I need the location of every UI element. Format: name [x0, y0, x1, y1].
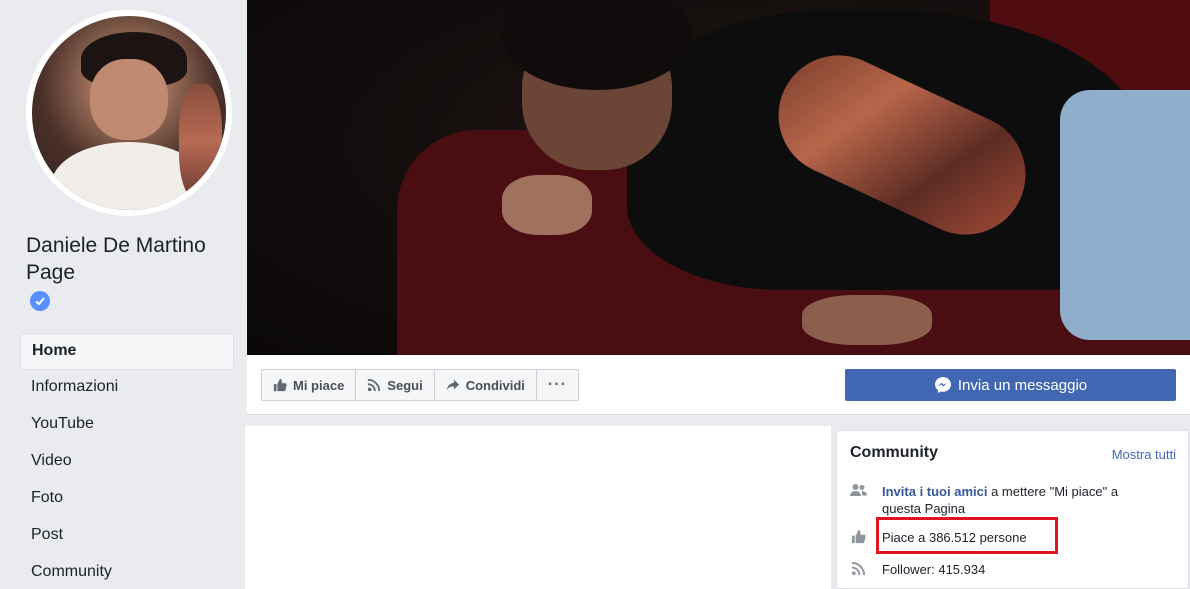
page-action-bar: Mi piace Segui Condividi ··· Invia un me…	[247, 355, 1190, 415]
share-label: Condividi	[465, 377, 525, 393]
invite-row: Invita i tuoi amici a mettere "Mi piace"…	[850, 483, 1150, 517]
send-message-label: Invia un messaggio	[957, 376, 1088, 394]
cover-photo[interactable]	[247, 0, 1190, 355]
rss-icon	[368, 378, 381, 392]
thumbs-up-icon	[851, 529, 866, 544]
share-arrow-icon	[446, 379, 459, 391]
action-button-group: Mi piace Segui Condividi ···	[261, 369, 579, 401]
nav-item-video[interactable]: Video	[20, 444, 234, 481]
community-panel: Community Mostra tutti Invita i tuoi ami…	[836, 430, 1189, 589]
see-all-link[interactable]: Mostra tutti	[1112, 447, 1176, 462]
follow-button[interactable]: Segui	[355, 369, 435, 401]
profile-picture[interactable]	[26, 10, 232, 216]
share-button[interactable]: Condividi	[433, 369, 537, 401]
nav-item-post[interactable]: Post	[20, 518, 234, 555]
nav-item-home[interactable]: Home	[20, 333, 234, 370]
nav-item-community[interactable]: Community	[20, 555, 234, 589]
left-sidebar: Daniele De Martino Page Home Informazion…	[0, 0, 245, 589]
feed-card	[245, 426, 831, 589]
messenger-icon	[934, 377, 951, 393]
highlight-box	[876, 517, 1058, 554]
more-dots-icon: ···	[547, 376, 567, 393]
page-title[interactable]: Daniele De Martino Page	[26, 232, 241, 286]
send-message-button[interactable]: Invia un messaggio	[845, 369, 1176, 401]
community-title: Community	[850, 444, 938, 461]
nav-item-informazioni[interactable]: Informazioni	[20, 370, 234, 407]
invite-friends-link[interactable]: Invita i tuoi amici	[882, 484, 987, 499]
followers-row: Follower: 415.934	[850, 561, 985, 578]
like-button[interactable]: Mi piace	[261, 369, 357, 401]
avatar	[32, 16, 226, 210]
verified-badge-icon	[30, 291, 50, 311]
rss-icon	[851, 561, 866, 576]
page-navigation: Home Informazioni YouTube Video Foto Pos…	[20, 333, 234, 589]
more-options-button[interactable]: ···	[535, 369, 579, 401]
friends-icon	[850, 484, 867, 496]
nav-item-youtube[interactable]: YouTube	[20, 407, 234, 444]
thumbs-up-icon	[273, 378, 287, 392]
nav-item-foto[interactable]: Foto	[20, 481, 234, 518]
like-label: Mi piace	[293, 377, 345, 393]
follow-label: Segui	[387, 377, 423, 393]
followers-count: Follower: 415.934	[882, 562, 986, 577]
